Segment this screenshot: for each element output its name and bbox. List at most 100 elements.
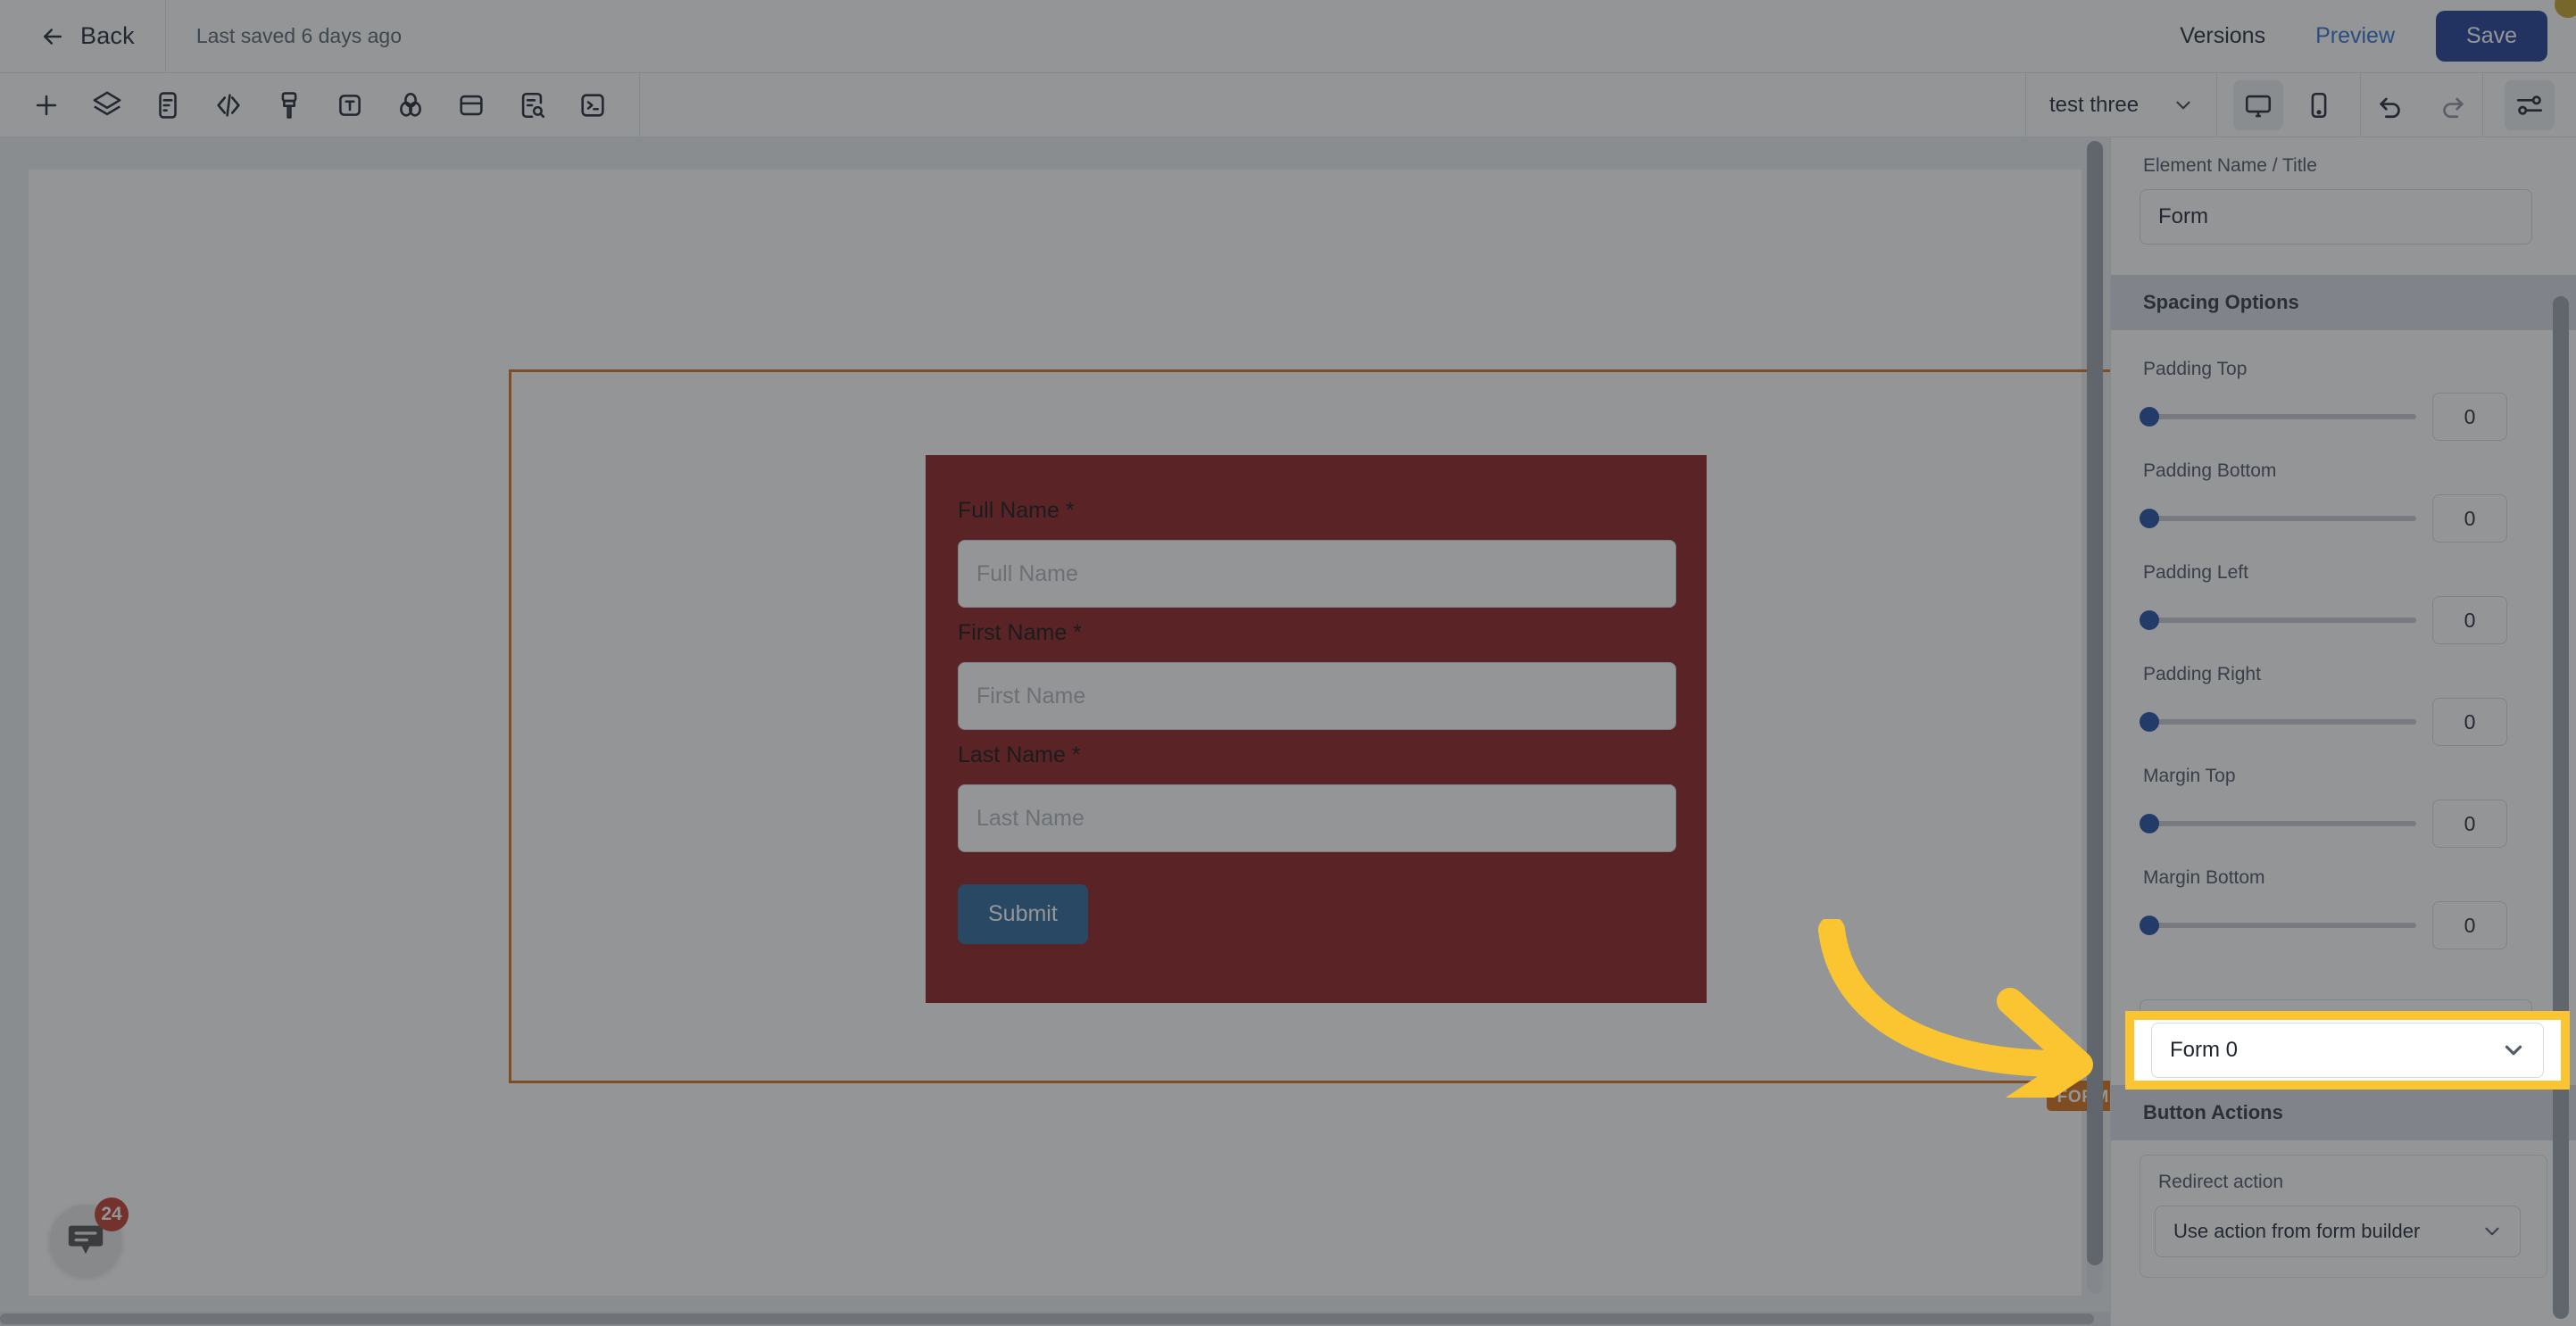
color-palette-icon <box>395 90 426 120</box>
margin-bottom-value[interactable] <box>2432 901 2507 949</box>
margin-top-label: Margin Top <box>2143 766 2236 786</box>
margin-top-value[interactable] <box>2432 800 2507 848</box>
padding-left-value[interactable] <box>2432 596 2507 644</box>
code-button[interactable] <box>204 80 253 130</box>
scrollbar-thumb[interactable] <box>2553 296 2569 1319</box>
preview-button[interactable]: Preview <box>2290 23 2420 49</box>
slider-thumb[interactable] <box>2140 916 2159 935</box>
margin-bottom-row: Margin Bottom <box>2140 867 2547 949</box>
field-label: Last Name * <box>958 742 1081 767</box>
slider-thumb[interactable] <box>2140 610 2159 630</box>
form-field: Full Name * <box>958 498 1676 608</box>
slider-thumb[interactable] <box>2140 509 2159 528</box>
spacing-options-body: Padding Top Padding Bottom <box>2140 330 2547 1055</box>
padding-bottom-slider[interactable] <box>2140 509 2416 528</box>
panel-content: Element Name / Title Spacing Options Pad… <box>2111 155 2576 1278</box>
element-name-input[interactable] <box>2140 189 2532 244</box>
undo-icon <box>2376 90 2406 120</box>
viewport-desktop-button[interactable] <box>2233 79 2283 130</box>
save-button[interactable]: Save <box>2436 11 2547 62</box>
slider-line <box>2140 494 2547 543</box>
terminal-icon <box>578 90 608 120</box>
redo-button[interactable] <box>2427 80 2477 130</box>
layers-button[interactable] <box>82 80 132 130</box>
page-selector-value: test three <box>2049 92 2140 117</box>
page-canvas[interactable]: FORM Full Name * First Name * Last Name … <box>29 170 2110 1296</box>
save-label: Save <box>2466 23 2517 48</box>
panel-vertical-scrollbar[interactable] <box>2553 296 2569 1319</box>
spacing-options-header[interactable]: Spacing Options <box>2111 275 2576 330</box>
slider-line <box>2140 393 2547 441</box>
brush-button[interactable] <box>264 80 314 130</box>
padding-bottom-label: Padding Bottom <box>2143 460 2277 481</box>
undo-button[interactable] <box>2366 80 2416 130</box>
canvas-horizontal-scrollbar[interactable] <box>0 1312 2110 1326</box>
main-area: FORM Full Name * First Name * Last Name … <box>0 137 2576 1326</box>
canvas-region[interactable]: FORM Full Name * First Name * Last Name … <box>0 137 2110 1326</box>
page-content-button[interactable] <box>143 80 193 130</box>
scrollbar-thumb[interactable] <box>0 1314 2094 1324</box>
slider-line <box>2140 596 2547 644</box>
slider-thumb[interactable] <box>2140 407 2159 427</box>
text-button[interactable] <box>325 80 375 130</box>
button-actions-header[interactable]: Button Actions <box>2111 1085 2576 1140</box>
padding-top-label: Padding Top <box>2143 359 2248 379</box>
slider-line <box>2140 901 2547 949</box>
padding-left-row: Padding Left <box>2140 562 2547 644</box>
scrollbar-thumb[interactable] <box>2087 141 2103 1265</box>
page-selector[interactable]: test three <box>2025 72 2217 137</box>
versions-button[interactable]: Versions <box>2155 23 2290 49</box>
container-button[interactable] <box>446 80 496 130</box>
code-icon <box>213 90 244 120</box>
padding-bottom-value[interactable] <box>2432 494 2507 543</box>
form-field: Last Name * <box>958 742 1676 852</box>
document-search-button[interactable] <box>507 80 557 130</box>
viewport-mobile-button[interactable] <box>2294 80 2344 130</box>
padding-right-value[interactable] <box>2432 698 2507 746</box>
settings-panel-button[interactable] <box>2505 79 2555 130</box>
chevron-down-icon <box>2500 1037 2527 1064</box>
brush-icon <box>274 90 304 120</box>
padding-left-slider[interactable] <box>2140 610 2416 630</box>
element-settings-panel: Element Name / Title Spacing Options Pad… <box>2110 137 2576 1326</box>
padding-right-slider[interactable] <box>2140 712 2416 732</box>
full-name-input[interactable] <box>958 540 1676 608</box>
back-button[interactable]: Back <box>0 0 165 73</box>
document-search-icon <box>517 90 547 120</box>
canvas-vertical-scrollbar[interactable] <box>2087 141 2103 1294</box>
padding-top-slider[interactable] <box>2140 407 2416 427</box>
slider-thumb[interactable] <box>2140 814 2159 833</box>
first-name-input[interactable] <box>958 662 1676 730</box>
padding-top-value[interactable] <box>2432 393 2507 441</box>
toolbar-left-group <box>0 72 640 137</box>
slider-thumb[interactable] <box>2140 712 2159 732</box>
slider-line <box>2140 698 2547 746</box>
form-element[interactable]: Full Name * First Name * Last Name * Sub… <box>926 455 1707 1003</box>
margin-top-slider[interactable] <box>2140 814 2416 833</box>
mobile-icon <box>2304 90 2334 120</box>
submit-button[interactable]: Submit <box>958 884 1088 944</box>
margin-bottom-slider[interactable] <box>2140 916 2416 935</box>
chat-widget-button[interactable]: 24 <box>50 1198 129 1276</box>
padding-bottom-row: Padding Bottom <box>2140 460 2547 543</box>
redirect-action-value: Use action from form builder <box>2173 1220 2421 1242</box>
container-icon <box>456 90 486 120</box>
slider-line <box>2140 800 2547 848</box>
last-name-input[interactable] <box>958 784 1676 852</box>
terminal-button[interactable] <box>568 80 618 130</box>
color-palette-button[interactable] <box>386 80 436 130</box>
add-element-button[interactable] <box>21 80 71 130</box>
redo-icon <box>2437 90 2467 120</box>
form-source-select-highlighted[interactable]: Form 0 <box>2151 1023 2544 1078</box>
text-icon <box>335 90 365 120</box>
padding-left-label: Padding Left <box>2143 562 2248 583</box>
redirect-action-group: Redirect action Use action from form bui… <box>2140 1155 2547 1278</box>
app-window: Back Last saved 6 days ago Versions Prev… <box>0 0 2576 1326</box>
redirect-action-select[interactable]: Use action from form builder <box>2155 1206 2521 1257</box>
arrow-left-icon <box>39 23 66 50</box>
annotation-highlight-box: Form 0 <box>2125 1011 2570 1090</box>
last-saved-text: Last saved 6 days ago <box>195 24 402 47</box>
margin-bottom-label: Margin Bottom <box>2143 867 2265 888</box>
margin-top-row: Margin Top <box>2140 766 2547 848</box>
